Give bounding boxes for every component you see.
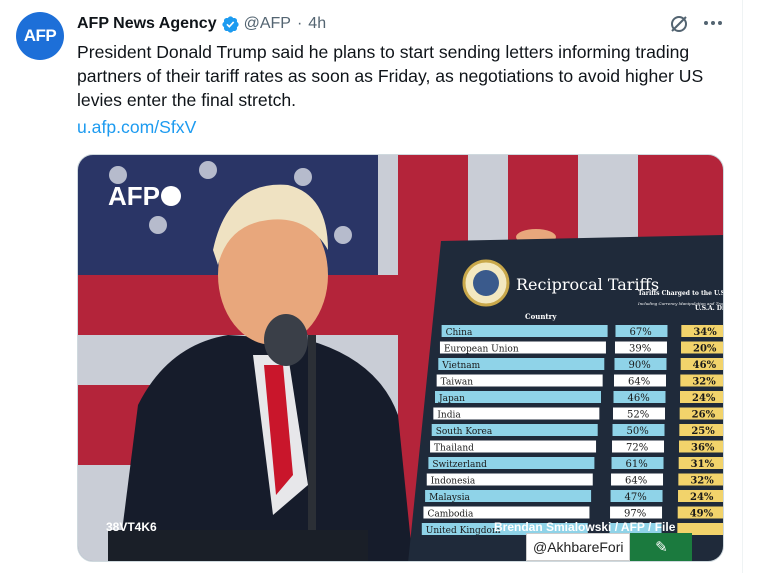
tweet-text: President Donald Trump said he plans to … — [77, 42, 704, 110]
reciprocal-value: 25% — [691, 426, 715, 437]
charged-value: 90% — [628, 360, 650, 371]
tweet-link[interactable]: u.afp.com/SfxV — [77, 115, 196, 139]
reciprocal-value: 24% — [692, 393, 716, 404]
photo-credit: Brendan Smialowski / AFP / File — [494, 520, 676, 534]
afp-logo: AFP — [108, 181, 160, 211]
timeline-border — [742, 0, 743, 573]
handle[interactable]: @AFP — [244, 15, 291, 33]
charged-value: 50% — [627, 426, 649, 437]
reciprocal-value: 26% — [692, 410, 716, 421]
avatar[interactable]: AFP — [16, 12, 64, 60]
charged-value: 39% — [629, 344, 651, 355]
tweet[interactable]: AFP AFP News Agency @AFP · 4h President … — [0, 0, 781, 573]
country-name: China — [446, 328, 473, 338]
reciprocal-value: 36% — [691, 443, 715, 454]
charged-value: 67% — [629, 327, 651, 338]
separator: · — [296, 15, 303, 32]
charged-value: 52% — [627, 410, 649, 421]
seal-center — [473, 270, 499, 296]
country-name: European Union — [444, 345, 519, 355]
reciprocal-value: 24% — [690, 492, 714, 503]
charged-value: 97% — [624, 509, 646, 520]
charged-value: 64% — [628, 377, 650, 388]
grok-icon[interactable] — [669, 14, 689, 34]
more-options-icon[interactable] — [702, 12, 724, 34]
reciprocal-value: 46% — [693, 360, 717, 371]
reciprocal-value: 34% — [693, 327, 717, 338]
country-name: Cambodia — [427, 510, 474, 520]
country-name: Thailand — [434, 444, 474, 454]
col-charged: Tariffs Charged to the U.S.A. — [638, 290, 724, 297]
watermark-logo: ✎ — [630, 533, 693, 561]
col-reciprocal: U.S.A. Discounted Reciprocal — [695, 305, 724, 312]
country-name: Vietnam — [441, 361, 480, 371]
country-name: South Korea — [436, 427, 493, 437]
reciprocal-value: 20% — [693, 344, 717, 355]
charged-value: 61% — [626, 459, 648, 470]
charged-value: 46% — [628, 393, 650, 404]
charged-value: 47% — [625, 492, 647, 503]
afp-logo-dot — [161, 186, 181, 206]
country-name: Japan — [438, 394, 465, 404]
verified-badge-icon[interactable] — [221, 15, 240, 34]
tweet-header: AFP News Agency @AFP · 4h — [77, 13, 326, 35]
timestamp[interactable]: 4h — [308, 15, 326, 33]
reciprocal-value: 32% — [692, 377, 716, 388]
col-country: Country — [525, 312, 557, 321]
country-name: United Kingdom — [426, 526, 501, 536]
country-name: India — [437, 411, 461, 421]
country-name: Switzerland — [432, 460, 487, 470]
reciprocal-value: 49% — [690, 509, 714, 520]
press-photo: Reciprocal TariffsCountryTariffs Charged… — [78, 155, 724, 561]
country-name: Indonesia — [431, 477, 476, 487]
reciprocal-value: 32% — [690, 476, 714, 487]
image-code: 38VT4K6 — [106, 520, 157, 534]
country-name: Malaysia — [429, 493, 470, 503]
watermark: @AkhbareFori ✎ — [526, 533, 722, 561]
tweet-media[interactable]: Reciprocal Tariffs Country Tariffs Charged… — [77, 154, 724, 562]
display-name[interactable]: AFP News Agency — [77, 15, 217, 33]
country-name: Taiwan — [441, 378, 474, 388]
watermark-handle: @AkhbareFori — [526, 533, 631, 561]
reciprocal-value: 31% — [691, 459, 715, 470]
charged-value: 72% — [626, 443, 648, 454]
charged-value: 64% — [625, 476, 647, 487]
